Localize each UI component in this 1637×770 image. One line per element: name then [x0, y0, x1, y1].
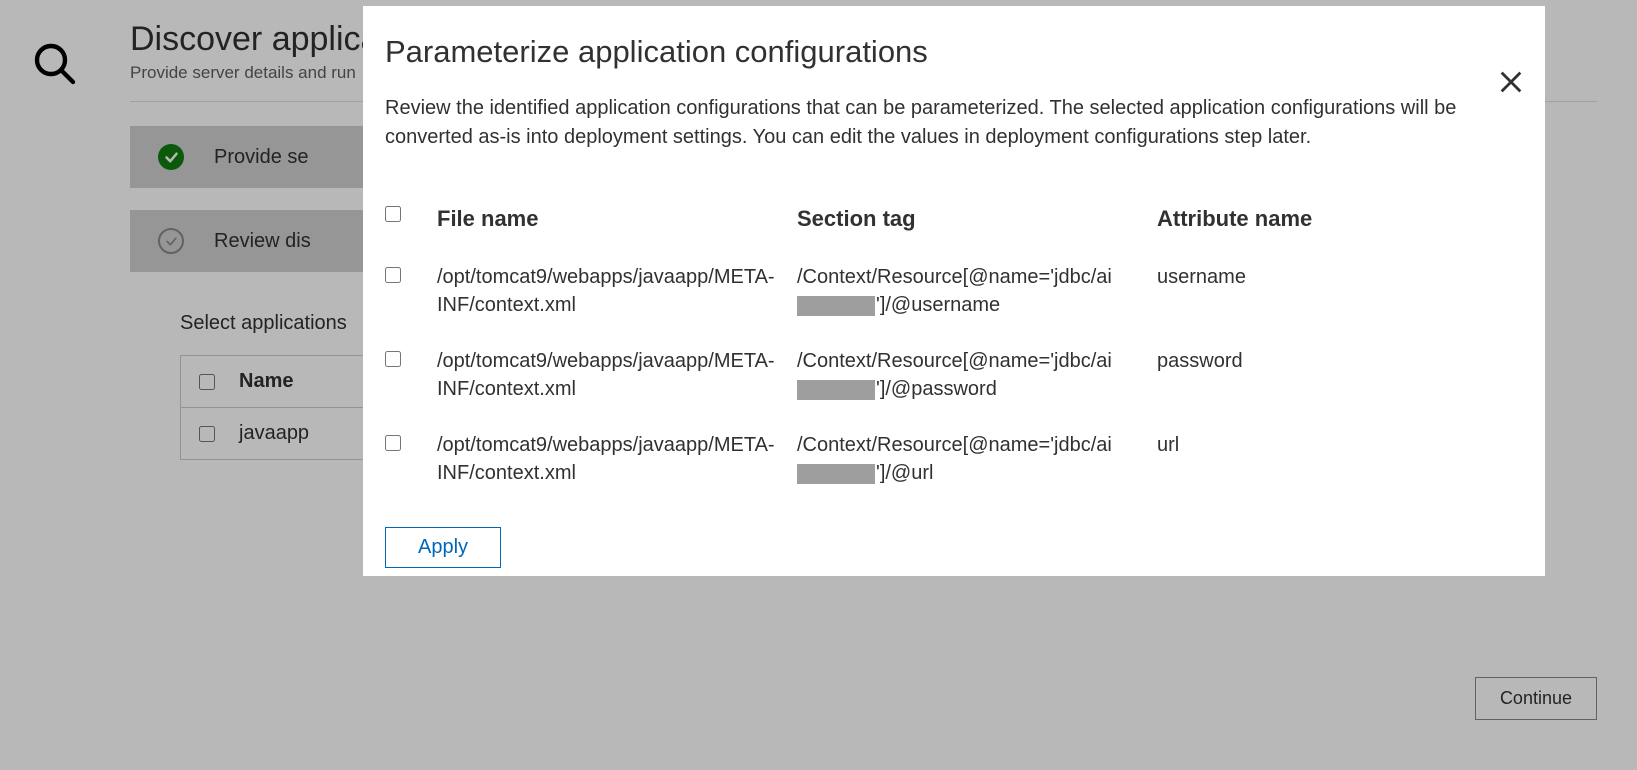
close-button[interactable] [1497, 68, 1525, 101]
attribute-name-cell: url [1157, 431, 1497, 459]
column-header-section: Section tag [797, 204, 1157, 235]
config-row-checkbox[interactable] [385, 267, 401, 283]
attribute-name-cell: username [1157, 263, 1497, 291]
section-tag-cell: /Context/Resource[@name='jdbc/ai']/@url [797, 431, 1157, 487]
file-name-cell: /opt/tomcat9/webapps/javaapp/META-INF/co… [437, 347, 797, 403]
section-tag-cell: /Context/Resource[@name='jdbc/ai']/@pass… [797, 347, 1157, 403]
modal-description: Review the identified application config… [385, 94, 1465, 152]
column-header-file: File name [437, 204, 797, 235]
file-name-cell: /opt/tomcat9/webapps/javaapp/META-INF/co… [437, 263, 797, 319]
config-row: /opt/tomcat9/webapps/javaapp/META-INF/co… [385, 347, 1497, 403]
attribute-name-cell: password [1157, 347, 1497, 375]
parameterize-modal: Parameterize application configurations … [363, 6, 1545, 576]
modal-title: Parameterize application configurations [385, 34, 1497, 70]
redacted-text [797, 464, 875, 484]
file-name-cell: /opt/tomcat9/webapps/javaapp/META-INF/co… [437, 431, 797, 487]
apply-button[interactable]: Apply [385, 527, 501, 568]
config-table-header: File name Section tag Attribute name [385, 204, 1497, 235]
config-row: /opt/tomcat9/webapps/javaapp/META-INF/co… [385, 263, 1497, 319]
section-tag-cell: /Context/Resource[@name='jdbc/ai']/@user… [797, 263, 1157, 319]
config-table: File name Section tag Attribute name /op… [385, 204, 1497, 487]
column-header-attribute: Attribute name [1157, 204, 1497, 235]
redacted-text [797, 380, 875, 400]
select-all-configs-checkbox[interactable] [385, 206, 401, 222]
config-row-checkbox[interactable] [385, 351, 401, 367]
config-row-checkbox[interactable] [385, 435, 401, 451]
redacted-text [797, 296, 875, 316]
config-row: /opt/tomcat9/webapps/javaapp/META-INF/co… [385, 431, 1497, 487]
